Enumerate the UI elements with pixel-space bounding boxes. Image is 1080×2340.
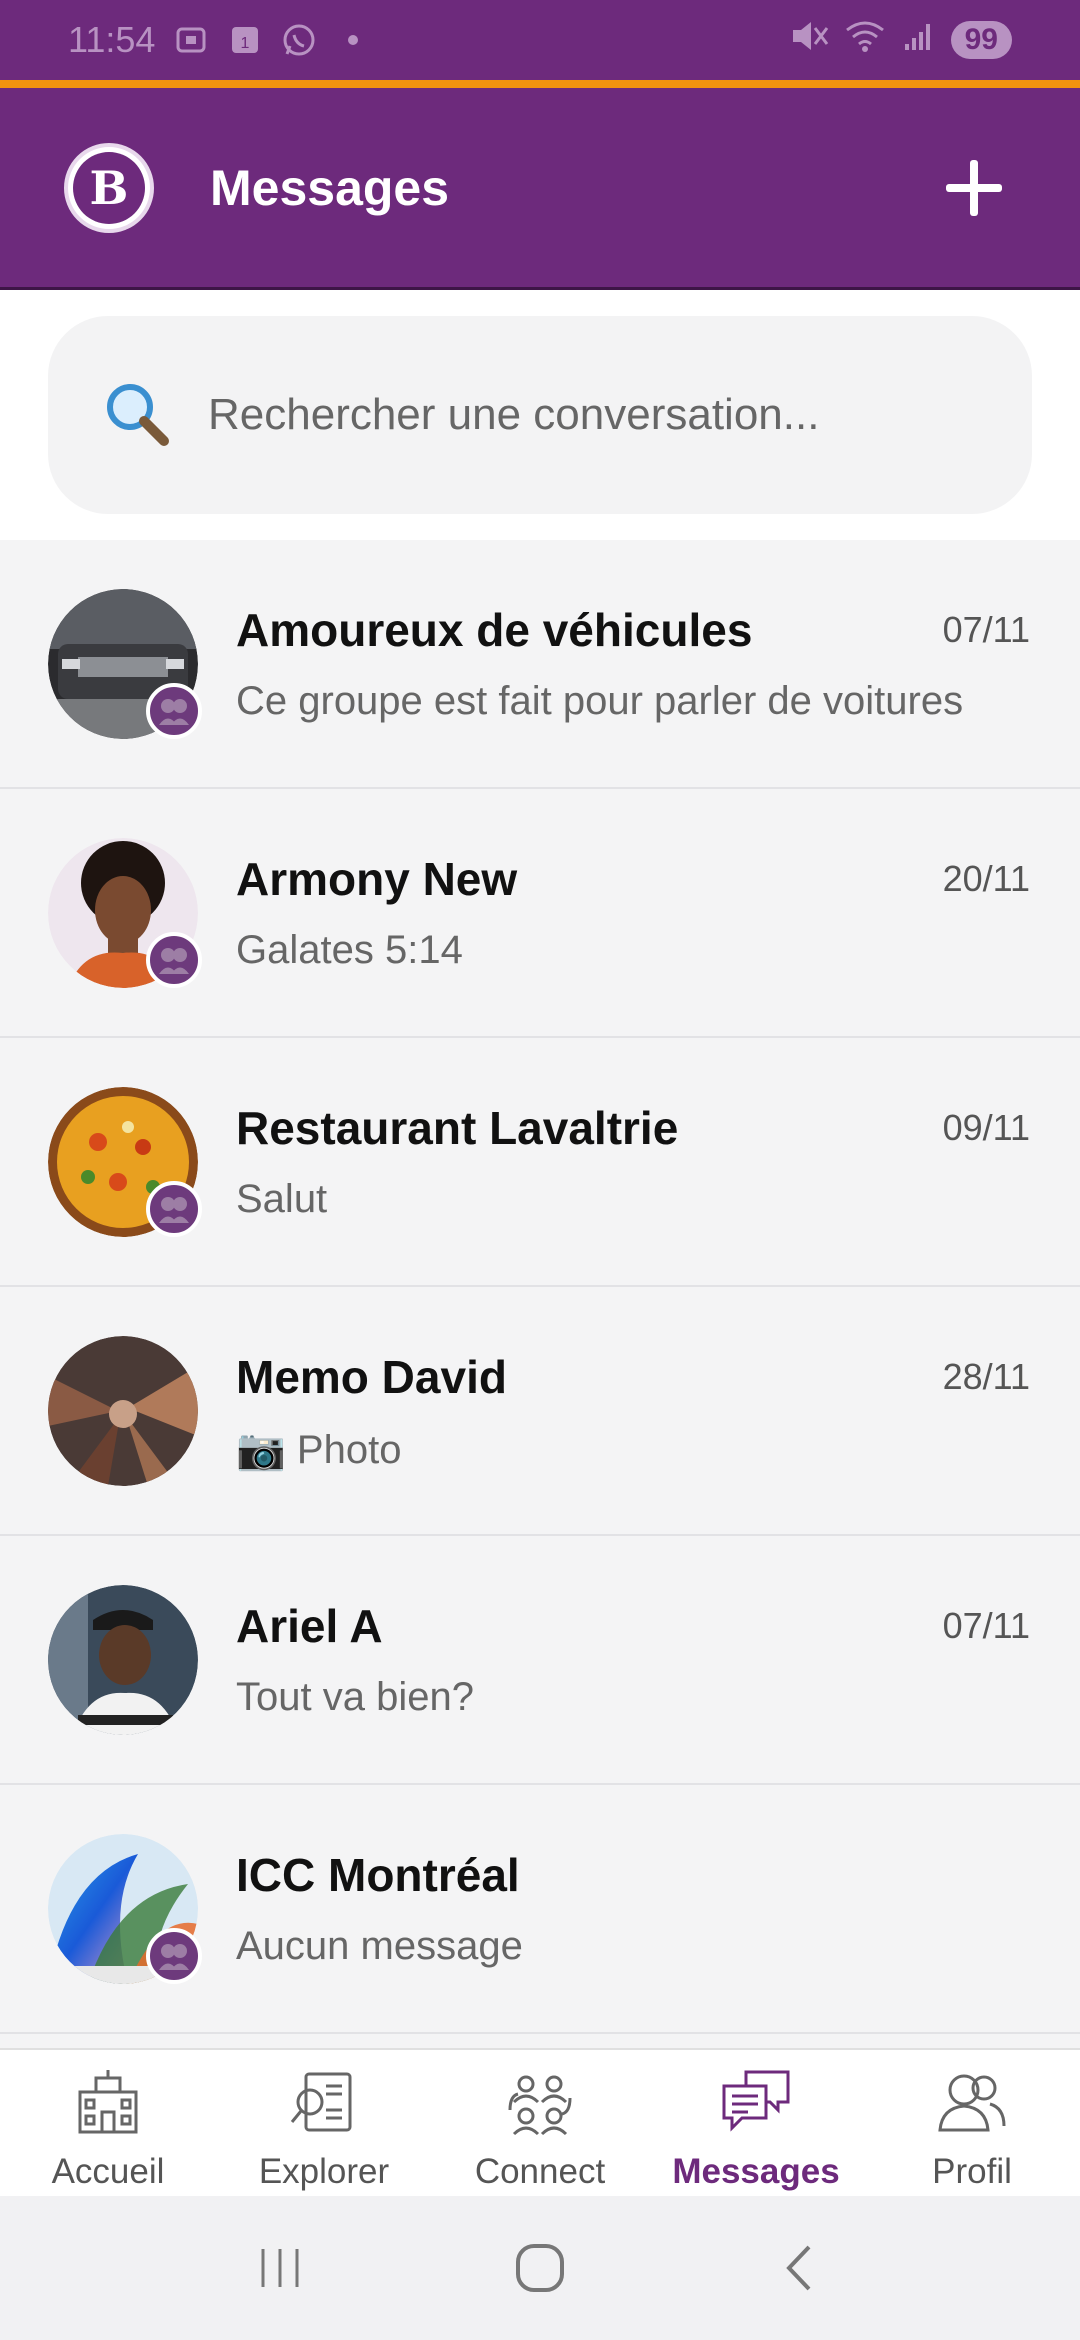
conversation-name: Restaurant Lavaltrie (236, 1101, 679, 1154)
conversation-item[interactable]: Memo David 28/11 📷 Photo (0, 1287, 1080, 1536)
chat-bubbles-icon (722, 2070, 790, 2132)
conversation-last-message: Ce groupe est fait pour parler de voitur… (236, 678, 964, 723)
nav-item-messages[interactable]: Messages (648, 2050, 864, 2196)
conversation-date: 07/11 (942, 608, 1030, 650)
screenshot-icon (173, 22, 209, 58)
group-icon (146, 682, 202, 739)
new-conversation-button[interactable] (944, 158, 1004, 218)
avatar (48, 1833, 202, 1984)
conversation-date: 09/11 (942, 1106, 1030, 1148)
avatar-image (48, 1335, 198, 1486)
conversation-last-message: 📷 Photo (236, 1427, 402, 1472)
back-icon (786, 2245, 811, 2291)
conversation-item[interactable]: Amoureux de véhicules 07/11 Ce groupe es… (0, 540, 1080, 789)
messages-screen: 11:54 1 99 B Messages Rechercher une con… (0, 0, 1080, 2340)
search-input[interactable]: Rechercher une conversation... (48, 316, 1032, 514)
search-section: Rechercher une conversation... (0, 290, 1080, 540)
conversation-text: ICC Montréal Aucun message (236, 1834, 1080, 1984)
avatar (48, 1086, 202, 1237)
accent-line (0, 80, 1080, 88)
group-icon (146, 931, 202, 988)
system-navigation (0, 2196, 1080, 2340)
conversation-text: Ariel A 07/11 Tout va bien? (236, 1585, 1080, 1735)
whatsapp-icon (281, 22, 317, 58)
dot-icon (335, 22, 371, 58)
home-building-icon (78, 2070, 138, 2134)
conversation-text: Armony New 20/11 Galates 5:14 (236, 838, 1080, 988)
home-icon (516, 2244, 564, 2292)
home-button[interactable] (505, 2233, 575, 2303)
conversation-text: Restaurant Lavaltrie 09/11 Salut (236, 1087, 1080, 1237)
conversation-name: Ariel A (236, 1599, 383, 1652)
bottom-navigation: Accueil Explorer Connect Messages Profil (0, 2048, 1080, 2196)
conversation-name: ICC Montréal (236, 1848, 520, 1901)
profile-icon (938, 2074, 1006, 2132)
status-time: 11:54 (68, 19, 156, 60)
explore-document-icon (290, 2072, 352, 2132)
group-icon (146, 1180, 202, 1237)
wifi-icon (843, 18, 887, 63)
avatar (48, 837, 202, 988)
nav-label: Explorer (258, 2152, 390, 2191)
conversation-last-message: Aucun message (236, 1923, 523, 1968)
conversation-list: Amoureux de véhicules 07/11 Ce groupe es… (0, 540, 1080, 2034)
conversation-last-message: Tout va bien? (236, 1674, 474, 1719)
conversation-name: Memo David (236, 1350, 507, 1403)
conversation-item[interactable]: ICC Montréal Aucun message (0, 1785, 1080, 2034)
avatar (48, 1584, 198, 1735)
avatar-image (48, 1584, 198, 1735)
app-logo[interactable]: B (64, 142, 154, 233)
status-left: 11:54 1 (68, 19, 371, 61)
conversation-item[interactable]: Armony New 20/11 Galates 5:14 (0, 789, 1080, 1038)
conversation-date: 20/11 (942, 857, 1030, 899)
status-bar: 11:54 1 99 (0, 0, 1080, 80)
notification-badge-number: 1 (241, 35, 250, 52)
search-placeholder: Rechercher une conversation... (208, 390, 820, 439)
nav-item-connect[interactable]: Connect (432, 2050, 648, 2196)
status-right: 99 (789, 18, 1012, 63)
conversation-text: Memo David 28/11 📷 Photo (236, 1336, 1080, 1486)
app-header: B Messages (0, 88, 1080, 290)
conversation-item[interactable]: Restaurant Lavaltrie 09/11 Salut (0, 1038, 1080, 1287)
conversation-name: Amoureux de véhicules (236, 603, 753, 656)
connect-people-icon (508, 2075, 572, 2136)
conversation-text: Amoureux de véhicules 07/11 Ce groupe es… (236, 589, 1080, 739)
group-icon (146, 1927, 202, 1984)
nav-label: Profil (932, 2152, 1012, 2191)
nav-item-explorer[interactable]: Explorer (216, 2050, 432, 2196)
nav-item-profil[interactable]: Profil (864, 2050, 1080, 2196)
avatar (48, 588, 202, 739)
conversation-name: Armony New (236, 852, 518, 905)
nav-label: Connect (474, 2152, 606, 2191)
calendar-notification-icon: 1 (227, 22, 263, 58)
avatar (48, 1335, 198, 1486)
search-icon (107, 384, 169, 446)
nav-label: Messages (672, 2152, 840, 2191)
nav-item-accueil[interactable]: Accueil (0, 2050, 216, 2196)
conversation-last-message: Galates 5:14 (236, 927, 463, 972)
conversation-item[interactable]: Ariel A 07/11 Tout va bien? (0, 1536, 1080, 1785)
conversation-date: 07/11 (942, 1604, 1030, 1646)
back-button[interactable] (765, 2233, 835, 2303)
mute-icon (789, 18, 829, 63)
recent-apps-button[interactable] (245, 2233, 315, 2303)
app-logo-letter: B (73, 151, 145, 224)
battery-indicator: 99 (950, 21, 1012, 59)
conversation-date: 28/11 (942, 1355, 1030, 1397)
recent-apps-icon (261, 2249, 299, 2287)
signal-icon (901, 18, 937, 63)
conversation-last-message: Salut (236, 1176, 328, 1221)
nav-label: Accueil (51, 2152, 165, 2191)
page-title: Messages (210, 159, 450, 216)
